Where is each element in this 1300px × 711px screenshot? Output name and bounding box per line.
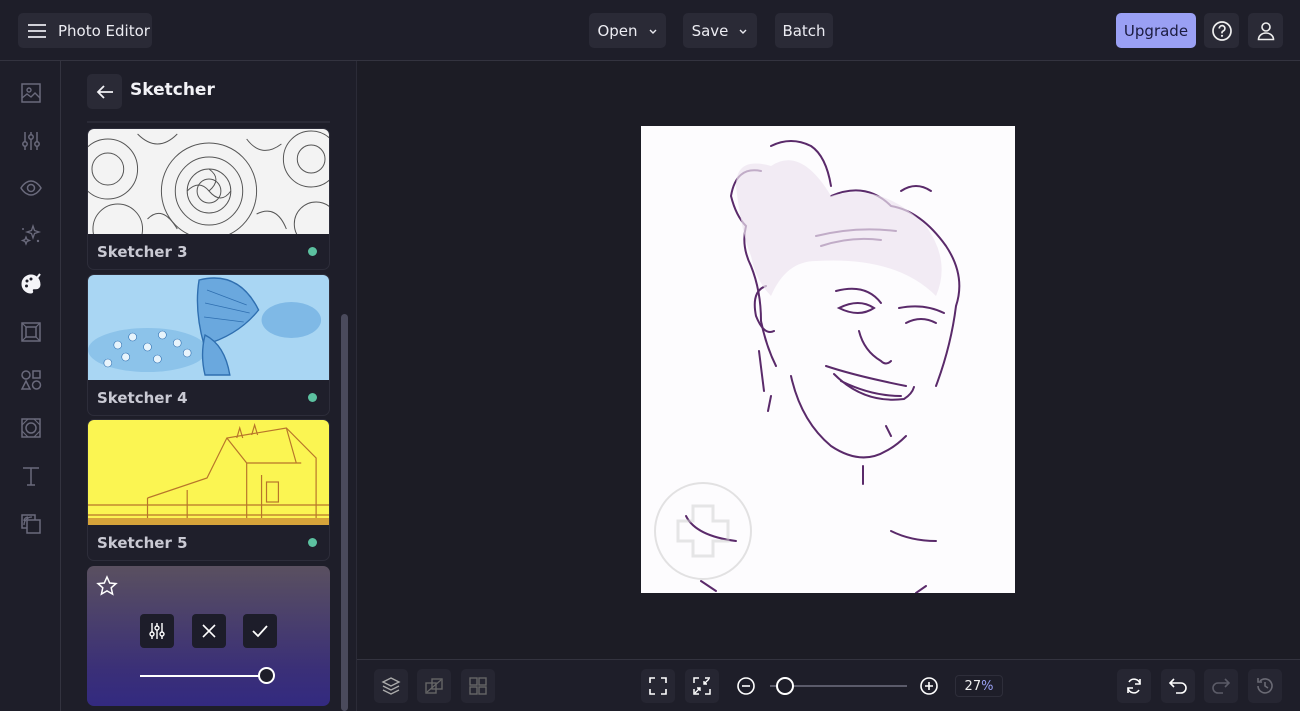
edited-photo[interactable] <box>641 126 1015 593</box>
panel-title: Sketcher <box>130 80 215 100</box>
redo-icon <box>1212 678 1231 694</box>
open-button[interactable]: Open <box>589 13 666 48</box>
effect-card-label: Sketcher 4 <box>88 380 329 415</box>
history-icon <box>1257 678 1273 694</box>
rail-item-artsy[interactable] <box>18 271 44 297</box>
sparkle-icon <box>20 224 42 246</box>
image-icon <box>21 83 41 103</box>
fit-to-screen-button[interactable] <box>641 669 675 703</box>
eye-icon <box>20 180 42 196</box>
effect-thumbnail-butterfly <box>88 275 329 380</box>
save-label: Save <box>691 21 729 40</box>
close-icon <box>202 624 216 638</box>
user-icon <box>1257 21 1274 40</box>
star-icon[interactable] <box>96 575 118 597</box>
account-button[interactable] <box>1248 13 1283 48</box>
effect-settings-button[interactable] <box>140 614 174 648</box>
cancel-effect-button[interactable] <box>192 614 226 648</box>
grid-icon <box>469 677 487 695</box>
batch-button[interactable]: Batch <box>775 13 833 48</box>
text-icon <box>23 467 39 486</box>
reset-button[interactable] <box>1117 669 1151 703</box>
compare-button[interactable] <box>417 669 451 703</box>
premium-dot <box>308 247 317 256</box>
undo-icon <box>1168 678 1187 694</box>
rail-item-frames[interactable] <box>18 319 44 345</box>
sketch-portrait-image <box>654 140 961 593</box>
zoom-in-icon[interactable] <box>919 676 939 696</box>
effect-name: Sketcher 4 <box>97 388 188 407</box>
rail-item-textures[interactable] <box>18 415 44 441</box>
top-bar: Photo Editor Open Save Batch Upgrade <box>0 0 1300 61</box>
effect-strength-slider-handle[interactable] <box>258 667 275 684</box>
sliders-icon <box>149 623 165 639</box>
checkmark-icon <box>252 625 268 638</box>
overlay-icon <box>21 514 41 534</box>
rail-item-text[interactable] <box>18 463 44 489</box>
effect-thumbnail-roses <box>88 129 329 234</box>
arrow-left-icon <box>96 84 113 99</box>
zoom-unit: % <box>981 678 994 694</box>
effects-panel: Sketcher Sketcher 3 Sketcher 4 Sketcher … <box>61 61 357 711</box>
app-title: Photo Editor <box>58 21 150 40</box>
effect-card-label: Sketcher 3 <box>88 234 329 269</box>
effect-card-sketcher-4[interactable]: Sketcher 4 <box>87 274 330 416</box>
tool-rail <box>0 61 61 711</box>
upgrade-label: Upgrade <box>1123 21 1189 40</box>
grid-view-button[interactable] <box>461 669 495 703</box>
rail-item-overlays[interactable] <box>18 511 44 537</box>
rail-item-effects[interactable] <box>18 175 44 201</box>
effect-card-label: Sketcher 5 <box>88 525 329 560</box>
compare-icon <box>425 678 443 694</box>
actual-size-button[interactable] <box>685 669 719 703</box>
effect-card-sketcher-3[interactable]: Sketcher 3 <box>87 128 330 270</box>
zoom-out-icon[interactable] <box>736 676 756 696</box>
hamburger-icon <box>28 23 46 38</box>
chevron-down-icon <box>739 29 747 34</box>
refresh-icon <box>1127 678 1141 694</box>
palette-icon <box>21 273 41 294</box>
layers-button[interactable] <box>374 669 408 703</box>
undo-button[interactable] <box>1161 669 1195 703</box>
effect-name: Sketcher 5 <box>97 533 188 552</box>
effect-thumbnail-barn <box>88 420 329 525</box>
effect-card-sketcher-5[interactable]: Sketcher 5 <box>87 419 330 561</box>
texture-icon <box>21 418 41 438</box>
upgrade-button[interactable]: Upgrade <box>1116 13 1196 48</box>
zoom-slider-handle[interactable] <box>775 677 794 695</box>
chevron-down-icon <box>649 29 657 34</box>
bottom-toolbar: 27% <box>357 659 1300 711</box>
rail-item-image[interactable] <box>18 80 44 106</box>
apply-effect-button[interactable] <box>243 614 277 648</box>
batch-label: Batch <box>782 21 826 40</box>
premium-dot <box>308 393 317 402</box>
redo-button[interactable] <box>1204 669 1238 703</box>
shrink-icon <box>693 677 711 695</box>
fullscreen-icon <box>649 677 667 695</box>
help-icon <box>1211 20 1232 41</box>
rail-item-graphics[interactable] <box>18 367 44 393</box>
rail-item-adjust[interactable] <box>18 128 44 154</box>
panel-divider <box>87 121 330 123</box>
sliders-icon <box>22 132 40 150</box>
help-button[interactable] <box>1204 13 1239 48</box>
effect-strength-track[interactable] <box>140 675 260 677</box>
zoom-percentage-field[interactable]: 27% <box>955 675 1003 697</box>
effect-name: Sketcher 3 <box>97 242 188 261</box>
active-effect-controls <box>87 566 330 706</box>
canvas-area <box>357 61 1300 659</box>
frame-icon <box>21 322 41 342</box>
back-button[interactable] <box>87 74 122 109</box>
save-button[interactable]: Save <box>683 13 757 48</box>
panel-scrollbar[interactable] <box>341 314 348 711</box>
rail-item-touchup[interactable] <box>18 223 44 249</box>
history-button[interactable] <box>1248 669 1282 703</box>
shapes-icon <box>20 370 42 390</box>
open-label: Open <box>597 21 638 40</box>
premium-dot <box>308 538 317 547</box>
layers-icon <box>381 677 401 695</box>
zoom-value: 27 <box>964 678 982 694</box>
main-menu-button[interactable]: Photo Editor <box>18 13 152 48</box>
